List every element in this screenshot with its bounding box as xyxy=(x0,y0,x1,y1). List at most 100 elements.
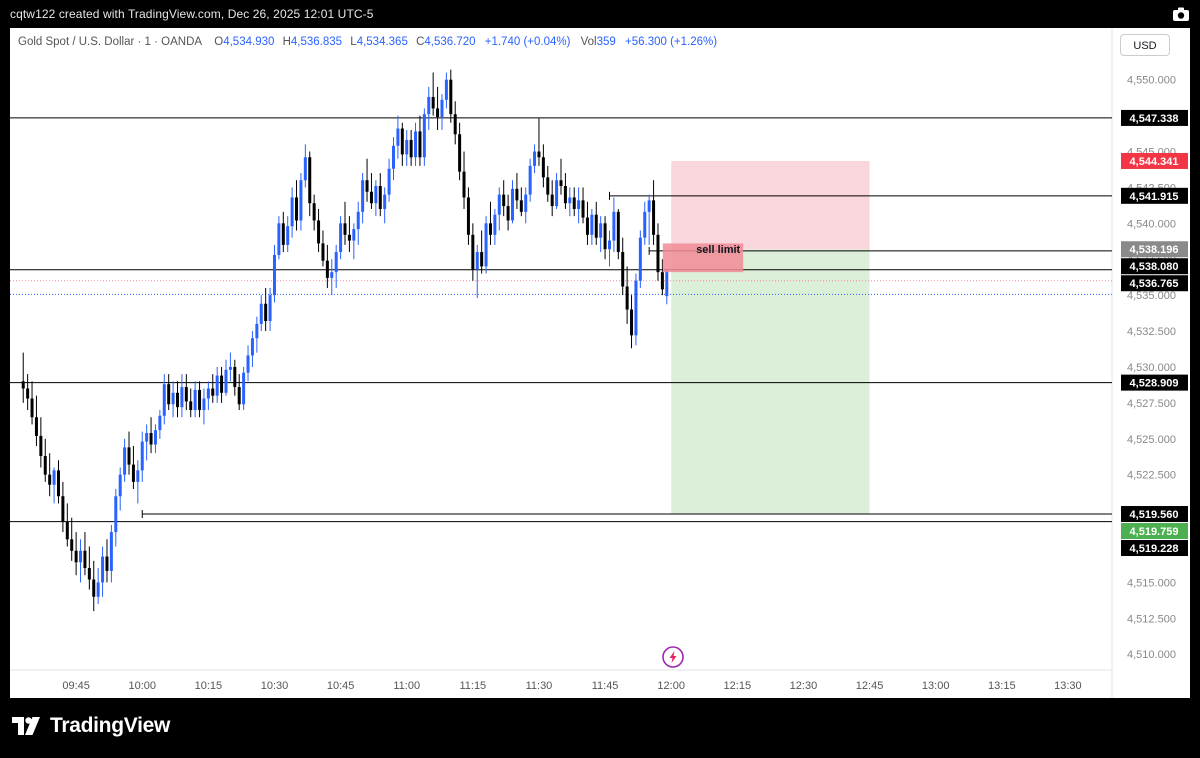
candle-body xyxy=(105,556,109,571)
x-tick-label: 10:00 xyxy=(128,680,156,692)
candle-body xyxy=(378,185,382,209)
candle-body xyxy=(475,252,479,270)
candle-body xyxy=(480,252,484,267)
candle-body xyxy=(96,582,100,597)
candle-body xyxy=(484,223,488,267)
candle-body xyxy=(114,496,118,533)
candle-body xyxy=(616,211,620,253)
high-label: H xyxy=(282,36,291,48)
candle-body xyxy=(268,295,272,321)
candle-body xyxy=(308,157,312,204)
chart-panel[interactable]: sell limit 4,550.0004,547.5004,545.0004,… xyxy=(10,28,1190,698)
candle-body xyxy=(52,470,56,485)
sell-limit-label: sell limit xyxy=(696,244,740,256)
y-tick-label: 4,530.000 xyxy=(1127,362,1176,374)
candle-body xyxy=(277,223,281,255)
candle-body xyxy=(652,200,656,235)
y-tick-label: 4,535.000 xyxy=(1127,290,1176,302)
y-tick-label: 4,522.500 xyxy=(1127,470,1176,482)
candle-body xyxy=(414,131,418,158)
candle-body xyxy=(643,211,647,238)
candle-body xyxy=(436,108,440,118)
camera-icon[interactable] xyxy=(1172,6,1190,22)
candle-body xyxy=(563,185,567,204)
candle-body xyxy=(339,223,343,253)
candle-body xyxy=(246,355,250,373)
candle-body xyxy=(656,234,660,273)
candle-body xyxy=(79,550,83,563)
candle-body xyxy=(625,286,629,310)
close-value: 4,536.720 xyxy=(424,36,476,48)
candle-body xyxy=(396,128,400,146)
candle-body xyxy=(422,114,426,158)
candle-body xyxy=(303,157,307,181)
tradingview-logo[interactable]: TradingView xyxy=(12,714,170,738)
candle-body xyxy=(590,214,594,235)
candle-body xyxy=(334,252,338,273)
candle-body xyxy=(118,474,122,497)
candle-body xyxy=(34,417,38,436)
candle-body xyxy=(369,191,373,204)
price-tag-label: 4,547.338 xyxy=(1130,113,1179,125)
price-chart[interactable]: sell limit 4,550.0004,547.5004,545.0004,… xyxy=(10,28,1190,698)
candle-body xyxy=(198,389,202,411)
candle-body xyxy=(281,223,285,245)
y-tick-label: 4,515.000 xyxy=(1127,577,1176,589)
chart-caption: cqtw122 created with TradingView.com, De… xyxy=(10,7,374,21)
candle-body xyxy=(550,194,554,207)
candle-body xyxy=(321,243,325,261)
candle-body xyxy=(87,568,91,580)
high-value: 4,536.835 xyxy=(290,36,343,48)
candle-body xyxy=(74,550,78,563)
candle-body xyxy=(638,237,642,281)
candle-body xyxy=(519,200,523,212)
candle-body xyxy=(409,140,413,158)
candle-body xyxy=(317,220,321,244)
open-label: O xyxy=(214,36,224,48)
candle-body xyxy=(647,200,651,212)
candle-body xyxy=(237,387,241,405)
currency-button[interactable]: USD xyxy=(1120,34,1170,56)
volume-change-value: +56.300 (+1.26%) xyxy=(625,36,718,48)
candle-body xyxy=(400,128,404,155)
candle-body xyxy=(594,214,598,238)
candle-body xyxy=(220,375,224,393)
lightning-icon[interactable] xyxy=(662,646,684,668)
x-tick-label: 13:15 xyxy=(988,680,1016,692)
candle-body xyxy=(440,99,444,118)
candle-body xyxy=(365,180,369,192)
candle-body xyxy=(43,456,47,475)
price-tag-label: 4,544.341 xyxy=(1130,156,1179,168)
candle-body xyxy=(502,194,506,207)
price-tag-label: 4,519.759 xyxy=(1130,526,1179,538)
candle-body xyxy=(533,151,537,166)
tradingview-logo-icon xyxy=(12,717,40,735)
candle-body xyxy=(449,79,453,115)
candle-body xyxy=(162,384,166,416)
candle-body xyxy=(361,180,365,212)
candle-body xyxy=(660,272,664,290)
symbol-legend: Gold Spot / U.S. Dollar · 1 · OANDA O 4,5… xyxy=(18,36,717,48)
candle-body xyxy=(189,401,193,411)
candle-body xyxy=(634,280,638,336)
y-tick-label: 4,510.000 xyxy=(1127,649,1176,661)
candle-body xyxy=(171,392,175,405)
candle-body xyxy=(511,188,515,221)
x-tick-label: 10:15 xyxy=(195,680,223,692)
candle-body xyxy=(136,470,140,482)
candle-body xyxy=(603,223,607,250)
candle-body xyxy=(228,366,232,370)
symbol-name[interactable]: Gold Spot / U.S. Dollar · 1 · OANDA xyxy=(18,36,202,48)
candle-body xyxy=(568,197,572,204)
candle-body xyxy=(356,211,360,230)
candle-body xyxy=(299,180,303,221)
candle-body xyxy=(127,447,131,465)
candle-body xyxy=(272,254,276,296)
y-tick-label: 4,540.000 xyxy=(1127,218,1176,230)
candle-body xyxy=(264,303,268,321)
candle-body xyxy=(515,188,519,201)
candle-body xyxy=(630,309,634,336)
candle-body xyxy=(215,375,219,396)
candle-body xyxy=(555,180,559,207)
candle-body xyxy=(453,114,457,135)
